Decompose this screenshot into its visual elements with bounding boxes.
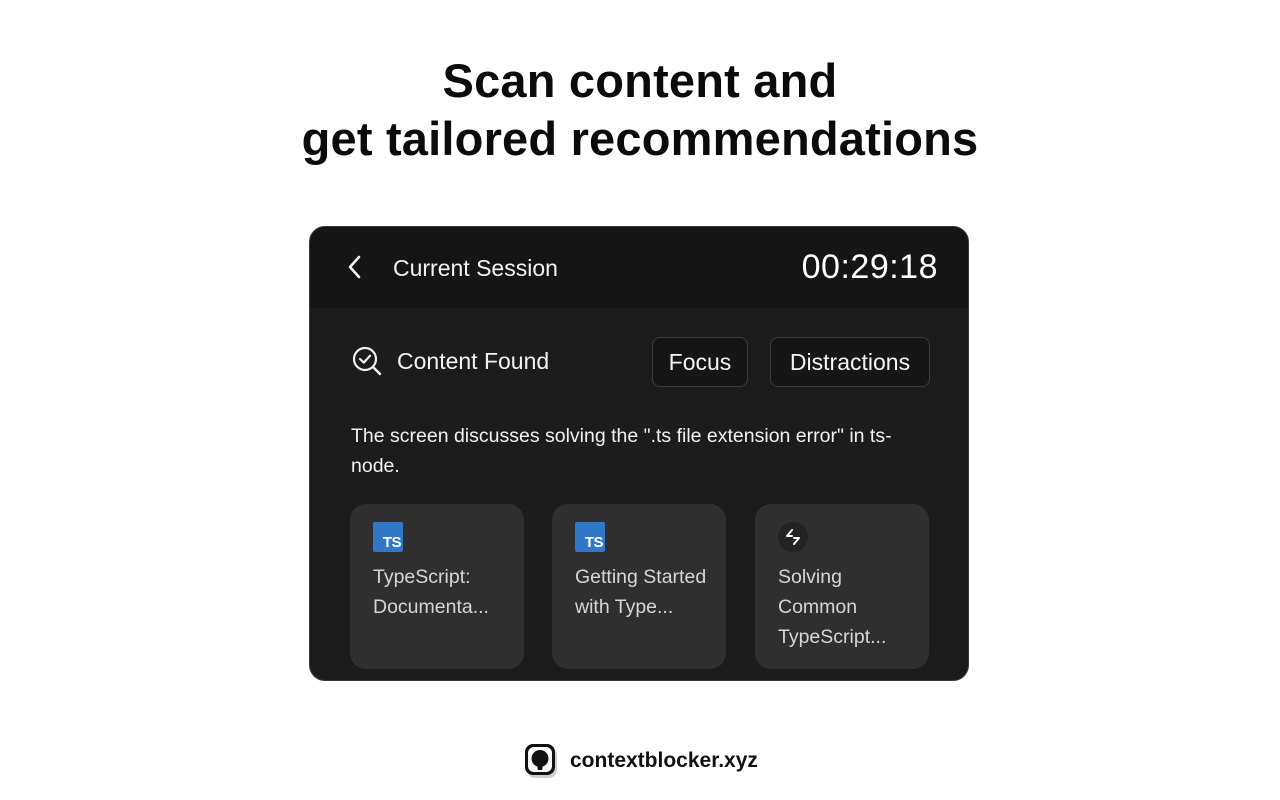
- headline: Scan content and get tailored recommenda…: [0, 52, 1280, 168]
- recommendation-card[interactable]: TS TypeScript: Documenta...: [350, 504, 524, 669]
- recommendation-title: Solving Common TypeScript...: [778, 566, 887, 648]
- typescript-icon: TS: [575, 522, 605, 552]
- typescript-icon: TS: [373, 522, 403, 552]
- distractions-button[interactable]: Distractions: [770, 337, 930, 387]
- headline-line-2: get tailored recommendations: [301, 112, 979, 165]
- page: Scan content and get tailored recommenda…: [0, 0, 1280, 800]
- session-header: Current Session 00:29:18: [310, 227, 968, 308]
- recommendation-card[interactable]: TS Getting Started with Type...: [552, 504, 726, 669]
- content-found-heading: Content Found: [351, 345, 549, 377]
- session-window: Current Session 00:29:18 Content Found F…: [309, 226, 969, 681]
- recommendation-title: Getting Started with Type...: [575, 566, 707, 618]
- headline-line-1: Scan content and: [442, 54, 838, 107]
- contextblocker-logo-icon: [524, 743, 558, 779]
- recommendation-card[interactable]: Solving Common TypeScript...: [755, 504, 929, 669]
- content-found-label: Content Found: [397, 347, 550, 374]
- footer: contextblocker.xyz: [524, 743, 758, 779]
- back-button[interactable]: [340, 251, 372, 283]
- chevron-left-icon: [348, 255, 361, 279]
- scan-check-icon: [351, 345, 383, 377]
- session-title: Current Session: [393, 255, 558, 281]
- session-timer: 00:29:18: [801, 248, 938, 286]
- ts-badge-label: TS: [382, 534, 402, 551]
- recommendation-title: TypeScript: Documenta...: [373, 566, 489, 618]
- focus-button[interactable]: Focus: [652, 337, 748, 387]
- content-description: The screen discusses solving the ".ts fi…: [351, 425, 892, 477]
- tool-icon: [778, 522, 808, 552]
- footer-brand-link[interactable]: contextblocker.xyz: [570, 749, 758, 773]
- ts-badge-label: TS: [584, 534, 604, 551]
